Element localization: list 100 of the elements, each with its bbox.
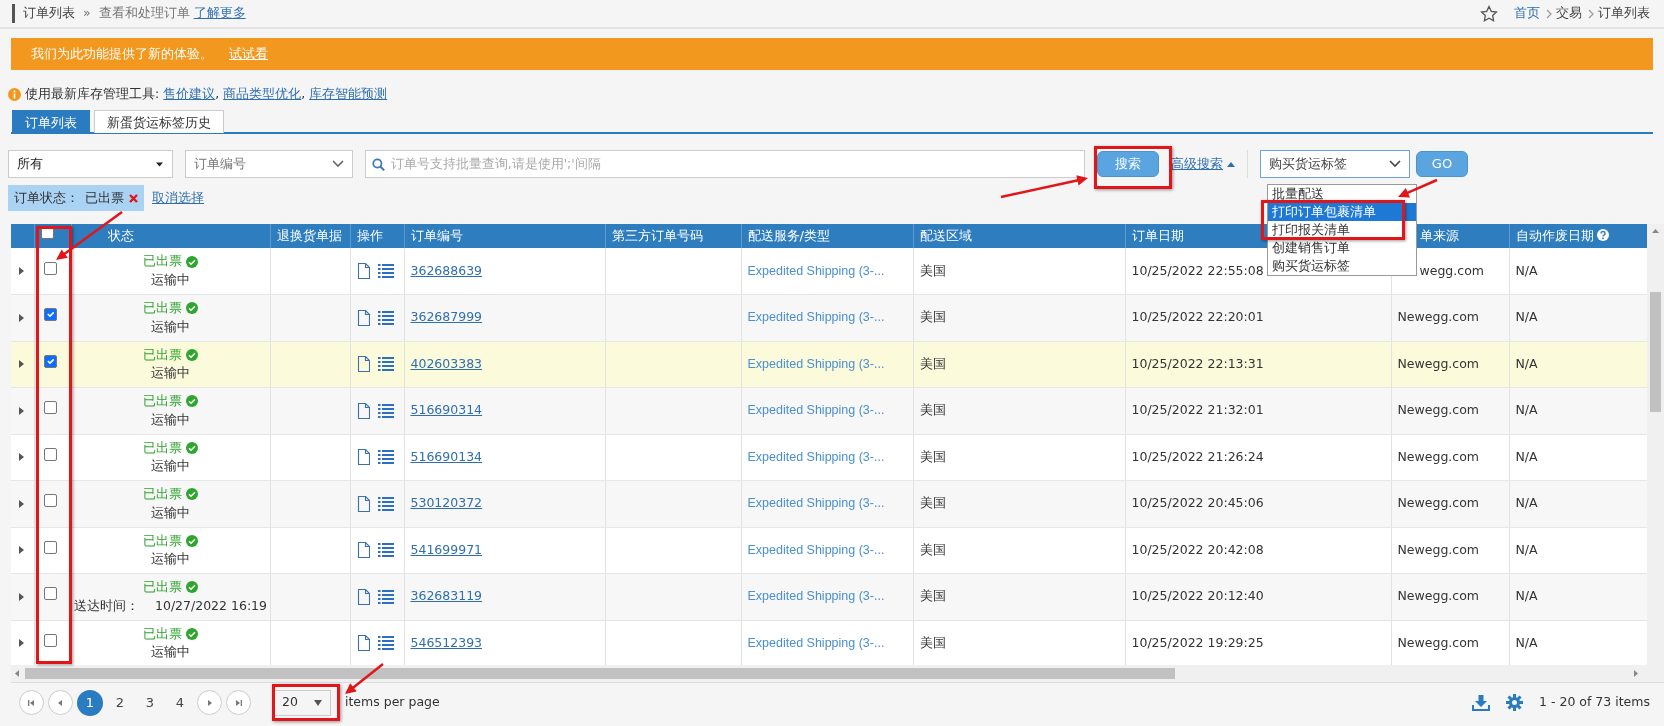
order-number-link[interactable]: 402603383 (410, 355, 483, 371)
expand-icon[interactable] (19, 592, 24, 601)
page-size-select[interactable]: 20 (273, 689, 331, 716)
document-icon[interactable] (356, 356, 370, 373)
list-icon[interactable] (377, 402, 394, 419)
go-button[interactable]: GO (1416, 151, 1468, 177)
status-text: 已出票 (143, 624, 182, 643)
menu-item[interactable]: 打印报关清单 (1268, 221, 1354, 239)
settings-icon[interactable] (1506, 694, 1524, 711)
expand-icon[interactable] (19, 639, 24, 648)
scroll-thumb[interactable] (1650, 292, 1661, 412)
search-field[interactable]: 订单号支持批量查询,请是使用';'间隔 (365, 150, 1085, 178)
checkbox[interactable] (43, 308, 57, 322)
order-number-link[interactable]: 516690134 (410, 448, 483, 464)
order-number-link[interactable]: 516690314 (410, 402, 483, 418)
page-button[interactable]: 3 (137, 689, 163, 716)
order-source: Newegg.com (1397, 309, 1479, 325)
checkbox[interactable] (43, 447, 57, 461)
previous-page-icon (56, 698, 65, 707)
order-number-link[interactable]: 362687999 (410, 309, 483, 325)
list-icon[interactable] (377, 449, 394, 466)
expand-icon[interactable] (19, 360, 24, 369)
document-icon[interactable] (356, 542, 370, 559)
page-button[interactable]: 1 (77, 689, 103, 716)
clear-selection-link[interactable]: 取消选择 (152, 188, 204, 208)
status-select[interactable]: 所有 (8, 150, 173, 178)
document-icon[interactable] (356, 309, 370, 326)
order-number-link[interactable]: 362688639 (410, 262, 483, 278)
column-header[interactable]: 订单编号 (410, 228, 463, 244)
expand-icon[interactable] (19, 267, 24, 275)
expand-icon[interactable] (19, 499, 24, 508)
checkbox[interactable] (43, 587, 57, 601)
page-button[interactable]: 4 (167, 689, 193, 716)
chip-label: 订单状态： (14, 188, 79, 207)
expand-icon[interactable] (19, 453, 24, 462)
shipping-service: Expedited Shipping (3-... (747, 449, 885, 464)
link-separator: , (301, 84, 306, 103)
list-icon[interactable] (377, 263, 394, 279)
checkbox[interactable] (43, 633, 57, 647)
learn-more-link[interactable]: 了解更多 (193, 4, 246, 23)
expand-icon[interactable] (19, 406, 24, 415)
expand-icon[interactable] (19, 546, 24, 555)
list-icon[interactable] (377, 356, 394, 373)
advanced-search-link[interactable]: 高级搜索 (1171, 154, 1235, 174)
list-icon[interactable] (377, 635, 394, 652)
remove-icon[interactable] (129, 193, 138, 203)
tool-link[interactable]: 库存智能预测 (309, 84, 388, 104)
document-icon[interactable] (356, 263, 370, 279)
order-source: Newegg.com (1397, 355, 1479, 371)
breadcrumb-separator: » (83, 4, 91, 23)
page-button[interactable]: 2 (107, 689, 133, 716)
horizontal-scrollbar[interactable] (11, 665, 1664, 682)
column-header[interactable]: 状态 (107, 228, 134, 244)
menu-item[interactable]: 批量配送 (1268, 185, 1328, 203)
order-number-link[interactable]: 541699971 (410, 541, 483, 557)
checkbox[interactable] (43, 261, 57, 275)
list-icon[interactable] (377, 588, 394, 605)
checkbox[interactable] (43, 494, 57, 508)
menu-item[interactable]: 购买货运标签 (1268, 257, 1354, 275)
checkbox[interactable] (43, 401, 57, 415)
download-icon[interactable] (1472, 694, 1491, 711)
document-icon[interactable] (356, 495, 370, 512)
checkbox[interactable] (43, 354, 57, 368)
order-number-link[interactable]: 530120372 (410, 495, 483, 511)
action-select[interactable]: 购买货运标签 (1260, 150, 1410, 178)
menu-item[interactable]: 打印订单包裹清单 (1268, 203, 1416, 221)
help-icon[interactable] (1596, 229, 1609, 242)
scroll-thumb[interactable] (25, 668, 1175, 679)
order-source: wegg.com (1419, 262, 1484, 278)
void-date: N/A (1515, 402, 1538, 418)
tab[interactable]: 订单列表 (12, 110, 90, 133)
document-icon[interactable] (356, 588, 370, 605)
expand-icon[interactable] (19, 313, 24, 322)
list-icon[interactable] (377, 495, 394, 512)
search-button[interactable]: 搜索 (1097, 151, 1159, 177)
list-icon[interactable] (377, 309, 394, 326)
column-header[interactable]: 订单日期 (1131, 228, 1184, 244)
breadcrumb-link[interactable]: 首页 (1514, 4, 1540, 23)
field-select[interactable]: 订单编号 (185, 150, 353, 178)
region: 美国 (919, 262, 946, 278)
first-page-button[interactable] (19, 690, 44, 715)
menu-item[interactable]: 创建销售订单 (1268, 239, 1354, 257)
list-icon[interactable] (377, 542, 394, 559)
checkbox[interactable] (43, 540, 57, 554)
breadcrumb-link[interactable]: 订单列表 (1598, 4, 1650, 23)
shipping-service: Expedited Shipping (3-... (747, 403, 885, 418)
document-icon[interactable] (356, 449, 370, 466)
column-header[interactable]: 配送区域 (919, 228, 972, 244)
star-icon[interactable] (1480, 4, 1498, 23)
info-icon (8, 87, 21, 101)
last-page-button[interactable] (226, 690, 251, 715)
order-number-link[interactable]: 546512393 (410, 634, 483, 650)
document-icon[interactable] (356, 402, 370, 419)
region: 美国 (919, 495, 946, 511)
tab[interactable]: 新蛋货运标签历史 (94, 110, 224, 133)
order-number-link[interactable]: 362683119 (410, 588, 483, 604)
shipping-service: Expedited Shipping (3-... (747, 263, 885, 278)
breadcrumb-link[interactable]: 交易 (1556, 4, 1582, 23)
document-icon[interactable] (356, 635, 370, 652)
vertical-scrollbar[interactable] (1647, 224, 1664, 665)
